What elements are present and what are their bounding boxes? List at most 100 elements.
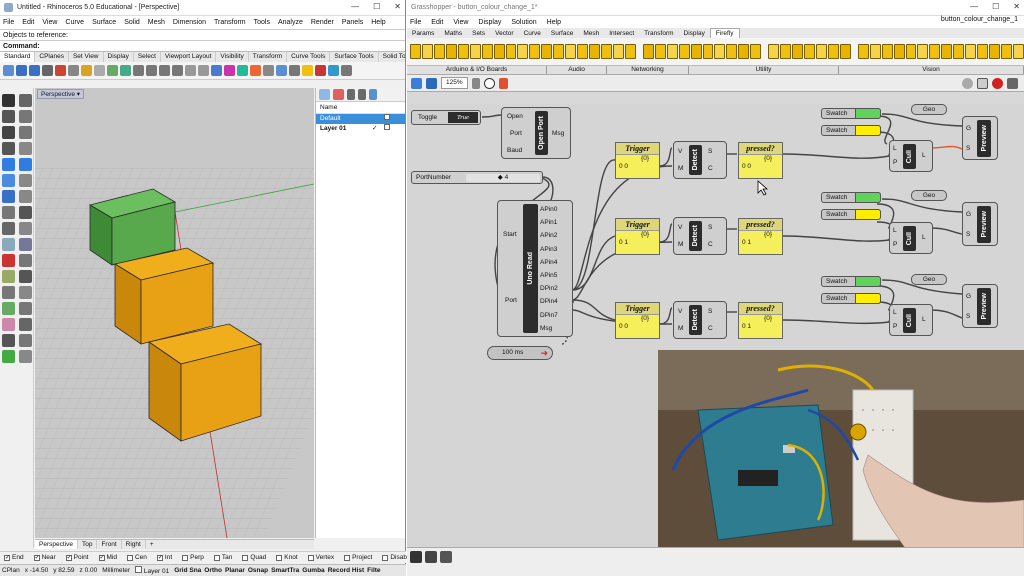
menu-transform[interactable]: Transform: [214, 19, 246, 26]
standard-tool-icon[interactable]: [29, 65, 40, 76]
gh-menu-edit[interactable]: Edit: [431, 19, 443, 26]
input-port[interactable]: Port: [505, 297, 517, 304]
output-msg[interactable]: Msg: [552, 130, 564, 137]
osnap-checkbox[interactable]: ✓: [33, 554, 40, 561]
menu-help[interactable]: Help: [371, 19, 385, 26]
perspective-viewport[interactable]: Perspective ▾: [35, 88, 314, 538]
shaded-preview-icon[interactable]: [992, 77, 1003, 89]
output-apin2[interactable]: APin2: [540, 229, 572, 242]
tab-cplanes[interactable]: CPlanes: [35, 52, 69, 62]
group-networking[interactable]: Networking: [607, 66, 689, 74]
gh-close-icon[interactable]: ✕: [1013, 2, 1020, 11]
input-p[interactable]: P: [893, 241, 897, 248]
maximize-icon[interactable]: ☐: [373, 2, 380, 11]
output-l[interactable]: L: [922, 152, 926, 159]
input-v[interactable]: V: [678, 148, 682, 155]
tab-solid-tools[interactable]: Solid Tools: [379, 52, 405, 62]
standard-tool-icon[interactable]: [133, 65, 144, 76]
osnap-near[interactable]: ✓ Near: [33, 554, 56, 561]
firefly-component-icon[interactable]: [977, 44, 989, 59]
preview-mode-icon[interactable]: [962, 77, 973, 89]
standard-tool-icon[interactable]: [328, 65, 339, 76]
gh-tab-params[interactable]: Params: [407, 29, 439, 38]
firefly-component-icon[interactable]: [678, 44, 690, 59]
firefly-component-icon[interactable]: [517, 44, 529, 59]
minimize-icon[interactable]: —: [351, 2, 359, 11]
osnap-checkbox[interactable]: ✓: [98, 554, 105, 561]
osnap-perp[interactable]: Perp: [182, 554, 204, 561]
uno-read-component[interactable]: Start Port Uno Read APin0 APin1 APin2 APin3…: [497, 200, 573, 337]
osnap-checkbox[interactable]: [276, 554, 283, 561]
gh-tab-maths[interactable]: Maths: [439, 29, 467, 38]
modeling-tool-icon[interactable]: [19, 270, 32, 283]
osnap-mid[interactable]: ✓ Mid: [98, 554, 117, 561]
menu-view[interactable]: View: [42, 19, 57, 26]
firefly-component-icon[interactable]: [905, 44, 917, 59]
group-vision[interactable]: Vision: [839, 66, 1024, 74]
standard-tool-icon[interactable]: [237, 65, 248, 76]
output-dpin4[interactable]: DPin4: [540, 295, 572, 308]
viewport-title[interactable]: Perspective ▾: [37, 89, 85, 99]
modeling-tool-icon[interactable]: [2, 158, 15, 171]
swatch-component[interactable]: Swatch: [821, 293, 881, 304]
firefly-component-icon[interactable]: [702, 44, 714, 59]
tab-select[interactable]: Select: [134, 52, 161, 62]
gh-tab-intersect[interactable]: Intersect: [604, 29, 639, 38]
osnap-point[interactable]: ✓ Point: [65, 554, 89, 561]
modeling-tool-icon[interactable]: [19, 158, 32, 171]
input-g[interactable]: G: [966, 125, 971, 132]
gh-tab-sets[interactable]: Sets: [467, 29, 490, 38]
firefly-component-icon[interactable]: [989, 44, 1000, 59]
input-open[interactable]: Open: [507, 113, 523, 120]
gh-tab-display[interactable]: Display: [679, 29, 710, 38]
firefly-component-icon[interactable]: [869, 44, 881, 59]
box-orange-1[interactable]: [113, 247, 215, 345]
firefly-component-icon[interactable]: [469, 44, 481, 59]
firefly-component-icon[interactable]: [493, 44, 505, 59]
firefly-component-icon[interactable]: [726, 44, 738, 59]
gh-minimize-icon[interactable]: —: [970, 2, 978, 11]
detect-component[interactable]: V M Detect S C: [673, 301, 727, 339]
move-down-icon[interactable]: [358, 89, 366, 100]
modeling-tool-icon[interactable]: [19, 174, 32, 187]
input-l[interactable]: L: [893, 309, 897, 316]
menu-render[interactable]: Render: [311, 19, 334, 26]
osnap-checkbox[interactable]: ✓: [4, 554, 10, 561]
swatch-component[interactable]: Swatch: [821, 209, 881, 220]
add-viewport-icon[interactable]: +: [146, 540, 158, 549]
preview-component[interactable]: G S Preview: [962, 116, 998, 160]
swatch-color[interactable]: [855, 276, 881, 287]
modeling-tool-icon[interactable]: [19, 286, 32, 299]
input-v[interactable]: V: [678, 224, 682, 231]
standard-tool-icon[interactable]: [42, 65, 53, 76]
command-prompt[interactable]: Command:: [0, 40, 405, 51]
firefly-component-icon[interactable]: [929, 44, 941, 59]
osnap-project[interactable]: Project: [344, 554, 372, 561]
swatch-color[interactable]: [855, 108, 881, 119]
standard-tool-icon[interactable]: [250, 65, 261, 76]
modeling-tool-icon[interactable]: [2, 286, 15, 299]
cull-component[interactable]: L P Cull L: [889, 140, 933, 172]
input-m[interactable]: M: [678, 241, 683, 248]
standard-tool-icon[interactable]: [172, 65, 183, 76]
cull-component[interactable]: L P Cull L: [889, 222, 933, 254]
gh-doc-name[interactable]: button_colour_change_1: [941, 16, 1018, 23]
menu-analyze[interactable]: Analyze: [278, 19, 303, 26]
input-start[interactable]: Start: [503, 231, 517, 238]
new-layer-icon[interactable]: [319, 89, 330, 100]
modeling-tool-icon[interactable]: [2, 110, 15, 123]
pressed-panel[interactable]: pressed? {0} 0 0: [738, 142, 783, 179]
firefly-component-icon[interactable]: [714, 44, 726, 59]
osnap-checkbox[interactable]: [382, 554, 389, 561]
geo-param[interactable]: Geo: [911, 274, 947, 285]
output-s[interactable]: S: [708, 224, 712, 231]
output-apin1[interactable]: APin1: [540, 216, 572, 229]
output-c[interactable]: C: [708, 165, 713, 172]
firefly-component-icon[interactable]: [690, 44, 702, 59]
save-file-icon[interactable]: [426, 77, 437, 89]
menu-file[interactable]: File: [3, 19, 14, 26]
modeling-tool-icon[interactable]: [19, 238, 32, 251]
boolean-toggle[interactable]: Toggle True: [411, 110, 481, 125]
viewport-tab-top[interactable]: Top: [78, 540, 98, 549]
standard-tool-icon[interactable]: [185, 65, 196, 76]
